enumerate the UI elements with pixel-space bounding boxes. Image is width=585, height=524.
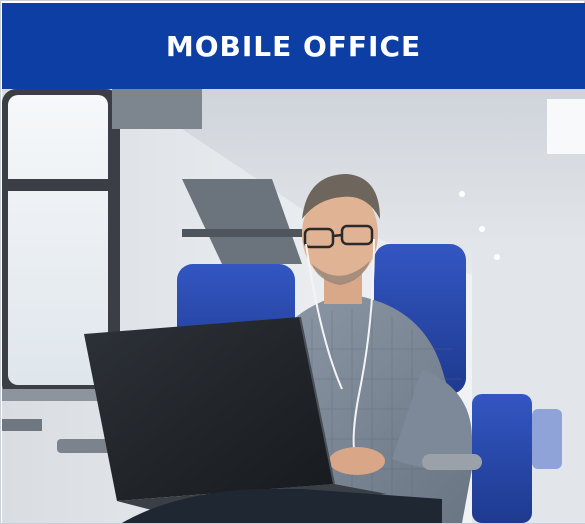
train-photo [2, 89, 585, 523]
banner-title: MOBILE OFFICE [165, 29, 422, 63]
title-banner: MOBILE OFFICE [2, 3, 585, 89]
mobile-office-card: MOBILE OFFICE [0, 0, 585, 524]
